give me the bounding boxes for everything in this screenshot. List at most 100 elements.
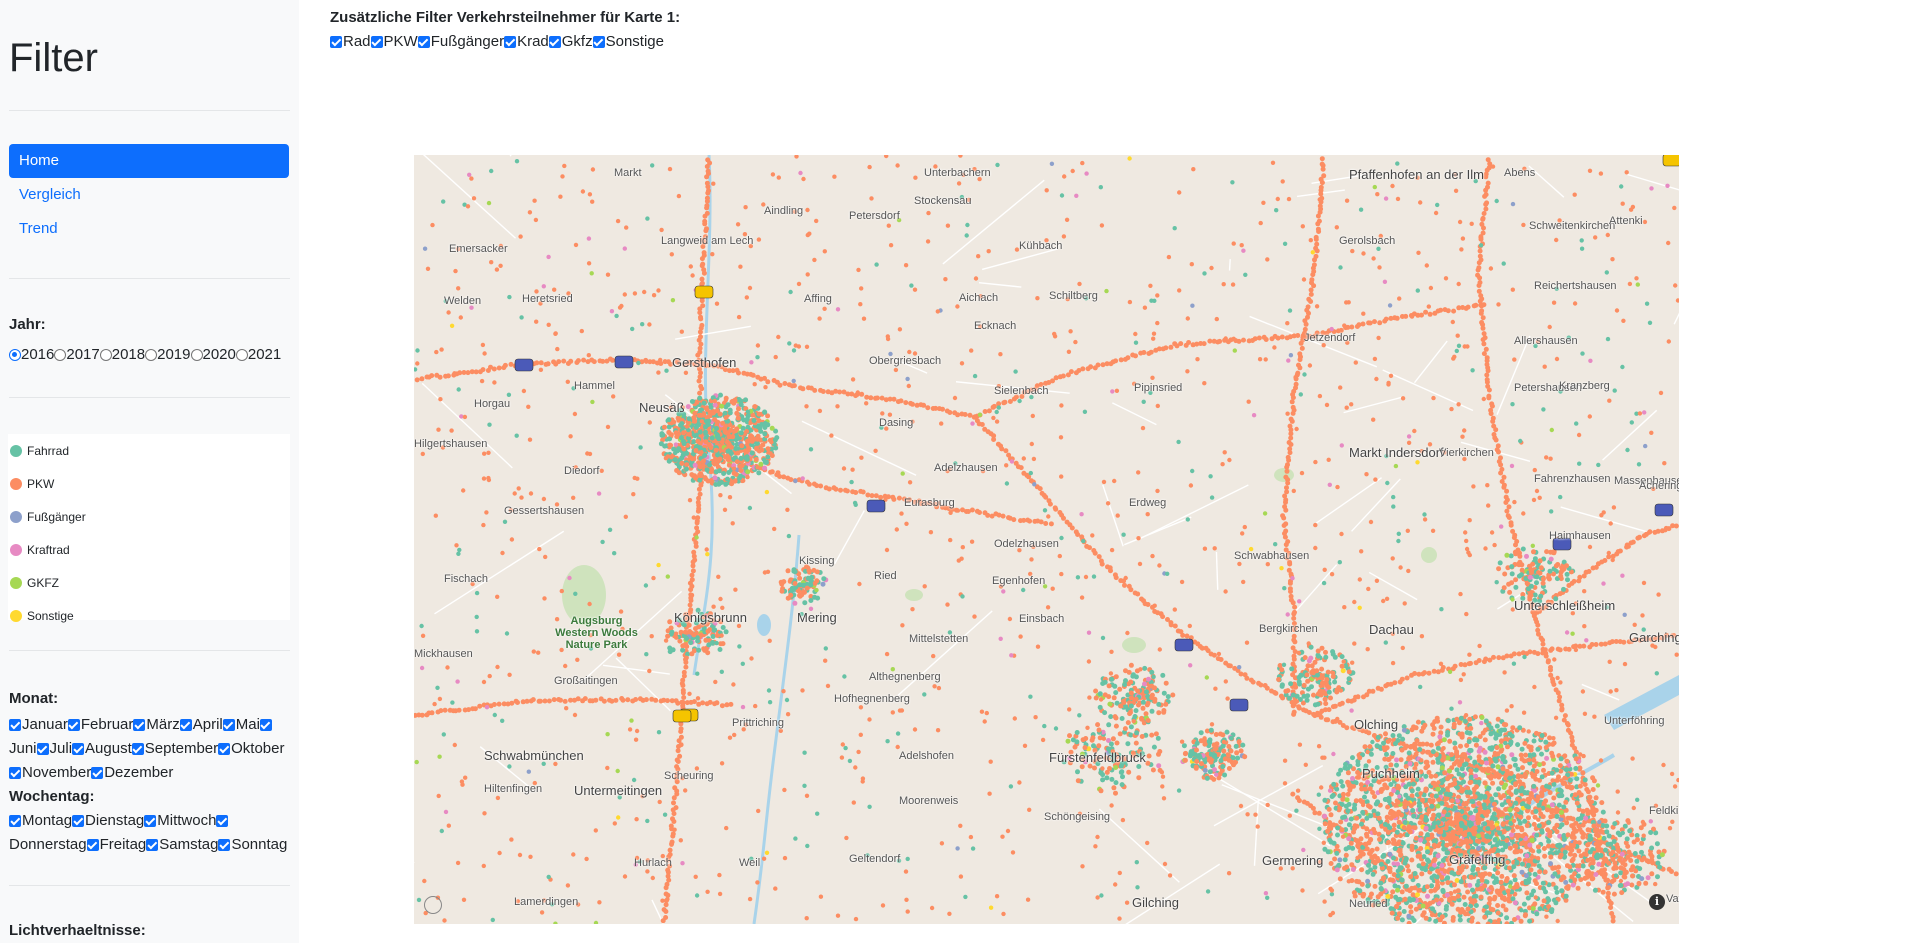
accident-point: [1503, 907, 1509, 913]
accident-point: [868, 395, 874, 401]
accident-point: [1554, 829, 1560, 835]
accident-point: [1322, 813, 1328, 819]
accident-point: [1412, 885, 1418, 891]
accident-point: [1476, 754, 1482, 760]
accident-point: [1428, 742, 1434, 748]
monat-checkbox[interactable]: [259, 718, 272, 731]
accident-point: [1384, 745, 1390, 751]
wochentag-option-label: Donnerstag: [9, 836, 87, 853]
accident-point: [1403, 313, 1409, 319]
accident-point: [1354, 838, 1360, 844]
monat-checkbox[interactable]: [218, 742, 231, 755]
accident-point: [1535, 651, 1541, 657]
filter-checkbox-fussgaenger[interactable]: [417, 35, 430, 48]
monat-checkbox[interactable]: [36, 742, 49, 755]
accident-map[interactable]: Unterbachern Pfaffenhofen an der Ilm Abens…: [414, 155, 1679, 924]
accident-point: [666, 417, 672, 423]
monat-checkbox[interactable]: [9, 766, 21, 779]
accident-point: [1508, 739, 1514, 745]
jahr-radio-2020[interactable]: [190, 348, 203, 361]
filter-checkbox-sonstige[interactable]: [592, 35, 605, 48]
filter-checkbox-pkw[interactable]: [370, 35, 383, 48]
wochentag-checkbox[interactable]: [146, 838, 159, 851]
accident-point: [1506, 515, 1512, 520]
accident-point: [1252, 336, 1258, 342]
accident-point: [1510, 828, 1516, 833]
wochentag-checkbox[interactable]: [86, 838, 99, 851]
monat-checkbox[interactable]: [72, 742, 85, 755]
nav-vergleich[interactable]: Vergleich: [9, 178, 289, 212]
accident-point: [1429, 883, 1435, 889]
accident-point: [1365, 803, 1371, 809]
filter-checkbox-gkfz[interactable]: [548, 35, 561, 48]
wochentag-checkbox[interactable]: [216, 814, 229, 827]
accident-point: [1451, 721, 1457, 727]
wochentag-checkbox[interactable]: [72, 814, 85, 827]
accident-point: [1394, 811, 1400, 817]
accident-point: [1473, 767, 1479, 773]
jahr-radio-2018[interactable]: [99, 348, 112, 361]
accident-point: [1396, 911, 1402, 917]
accident-point: [713, 447, 719, 453]
accident-point: [1475, 820, 1481, 826]
accident-point: [1412, 871, 1418, 876]
accident-point: [699, 276, 705, 282]
monat-checkbox[interactable]: [179, 718, 192, 731]
accident-point: [1364, 831, 1369, 837]
accident-point: [429, 710, 435, 716]
accident-point: [1125, 355, 1131, 361]
legend-dot: [10, 543, 22, 556]
accident-point: [1471, 831, 1477, 837]
accident-point: [1511, 864, 1517, 870]
accident-point: [1308, 291, 1314, 297]
accident-point: [754, 436, 760, 442]
accident-point: [1525, 895, 1531, 901]
accident-point: [1399, 812, 1405, 818]
jahr-radio-2017[interactable]: [54, 348, 67, 361]
monat-checkbox[interactable]: [131, 742, 144, 755]
accident-point: [1577, 574, 1583, 580]
accident-point: [1395, 873, 1401, 879]
accident-point: [1447, 897, 1453, 903]
accident-point: [698, 341, 704, 347]
jahr-radio-2016[interactable]: [9, 348, 21, 361]
accident-point: [1118, 357, 1124, 363]
wochentag-checkbox[interactable]: [144, 814, 157, 827]
accident-point: [1467, 716, 1473, 722]
accident-point: [1483, 201, 1489, 207]
accident-point: [477, 703, 483, 709]
legend-label: Fahrrad: [27, 443, 70, 458]
accident-point: [1504, 921, 1510, 924]
accident-point: [1461, 894, 1467, 900]
accident-point: [1483, 811, 1489, 817]
accident-point: [1468, 748, 1474, 753]
accident-point: [672, 457, 678, 463]
filter-checkbox-krad[interactable]: [504, 35, 517, 48]
legend-dot: [10, 576, 22, 589]
accident-point: [679, 699, 685, 705]
accident-point: [1338, 779, 1344, 785]
monat-checkbox[interactable]: [91, 766, 104, 779]
monat-checkbox[interactable]: [9, 718, 21, 731]
accident-point: [1517, 725, 1523, 731]
wochentag-checkbox[interactable]: [218, 838, 231, 851]
accident-point: [1574, 776, 1580, 782]
accident-point: [1564, 820, 1570, 826]
monat-checkbox[interactable]: [222, 718, 235, 731]
monat-checkbox[interactable]: [133, 718, 146, 731]
wochentag-checkbox[interactable]: [9, 814, 21, 827]
monat-checkbox[interactable]: [67, 718, 80, 731]
nav-trend[interactable]: Trend: [9, 212, 289, 246]
jahr-radio-2021[interactable]: [235, 348, 248, 361]
accident-point: [969, 507, 975, 513]
accident-point: [1360, 321, 1366, 327]
jahr-radio-2019[interactable]: [145, 348, 158, 361]
accident-point: [1431, 668, 1437, 674]
nav-home[interactable]: Home: [9, 144, 289, 178]
accident-point: [1338, 819, 1344, 825]
accident-point: [1554, 814, 1560, 819]
filter-checkbox-rad[interactable]: [330, 35, 342, 48]
accident-point: [1495, 903, 1501, 908]
accident-point: [1608, 900, 1614, 906]
accident-point: [860, 489, 866, 495]
